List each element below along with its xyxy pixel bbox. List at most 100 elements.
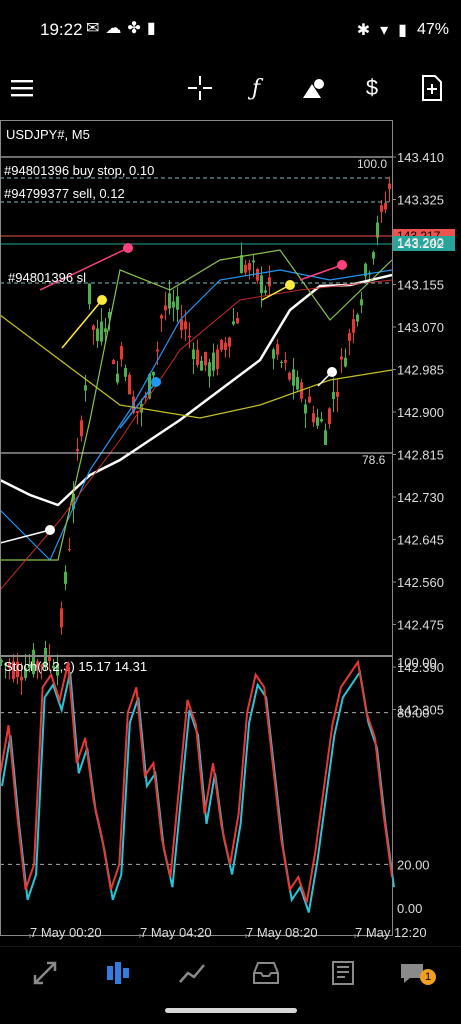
bottom-tab-bar: 1 — [0, 946, 461, 999]
chart-area[interactable]: 100.0 78.6 #94801396 buy stop, 0.10 #947993… — [0, 120, 461, 946]
candle-body — [252, 260, 255, 263]
news-icon[interactable] — [322, 955, 362, 991]
symbol-label: USDJPY#, M5 — [6, 127, 90, 142]
function-icon[interactable]: ƒ — [236, 68, 276, 108]
candle-body — [276, 344, 279, 355]
price-tick-label: 142.985 — [397, 363, 444, 378]
yellow-arrow-1-head — [97, 295, 107, 305]
stoch-main-line — [0, 659, 393, 903]
candle-body — [324, 430, 327, 445]
fib-100-label: 100.0 — [357, 157, 387, 171]
candle-body — [200, 360, 203, 371]
price-tick-label: 142.730 — [397, 490, 444, 505]
new-order-icon[interactable] — [412, 68, 452, 108]
chart-toolbar: ƒ $ — [0, 58, 461, 120]
candle-body — [176, 296, 179, 310]
notification-icons: ✉☁✤▮ — [86, 20, 162, 37]
fib-786-label: 78.6 — [362, 453, 386, 467]
price-tick-label: 142.560 — [397, 575, 444, 590]
candle-body — [384, 203, 387, 210]
status-right: ✱ ▾ ▮ 47% — [357, 20, 449, 40]
price-tick-label: 143.070 — [397, 320, 444, 335]
white-arrow-2-head — [327, 367, 337, 377]
crosshair-icon[interactable] — [180, 68, 220, 108]
menu-icon[interactable] — [2, 68, 42, 108]
wifi-icon: ▾ — [380, 22, 389, 39]
symbol-dollar-icon[interactable]: $ — [352, 68, 392, 108]
candle-body — [92, 325, 95, 330]
quotes-icon[interactable] — [25, 955, 65, 991]
stoch-label: Stoch(8,2,3) 15.17 14.31 — [4, 659, 147, 674]
candle-body — [116, 373, 119, 383]
candle-body — [152, 371, 155, 376]
candle-body — [316, 417, 319, 426]
objects-icon[interactable] — [294, 68, 334, 108]
battery-icon: ▮ — [398, 22, 407, 39]
candle-body — [208, 362, 211, 377]
time-label: 7 May 12:20 — [355, 925, 427, 940]
candle-body — [80, 420, 83, 437]
sell-label: #94799377 sell, 0.12 — [4, 186, 125, 201]
price-chart[interactable]: 100.0 78.6 #94801396 buy stop, 0.10 #947993… — [0, 120, 461, 946]
candle-body — [124, 368, 127, 377]
candle-body — [248, 263, 251, 271]
candle-body — [320, 419, 323, 422]
battery-percent: 47% — [416, 21, 449, 38]
candle-body — [328, 408, 331, 425]
stoch-tick-label: 20.00 — [397, 857, 430, 872]
candle-body — [352, 319, 355, 333]
status-time: 19:22 — [40, 20, 83, 39]
history-icon[interactable] — [246, 955, 286, 991]
candle-body — [256, 268, 259, 281]
yellow-arrow-2-head — [285, 280, 295, 290]
candle-body — [168, 293, 171, 309]
candle-body — [216, 349, 219, 370]
candle-body — [128, 374, 131, 395]
candle-body — [356, 314, 359, 322]
candle-body — [380, 205, 383, 212]
candle-body — [280, 361, 283, 363]
candle-body — [88, 283, 91, 305]
candle-body — [240, 255, 243, 274]
candle-body — [264, 290, 267, 293]
price-tick-label: 143.410 — [397, 150, 444, 165]
candle-body — [344, 357, 347, 367]
candle-body — [284, 360, 287, 363]
pink-arrow-1-head — [123, 243, 133, 253]
buy-stop-label: #94801396 buy stop, 0.10 — [4, 163, 154, 178]
candle-body — [388, 183, 391, 190]
pink-arrow-2-head — [337, 260, 347, 270]
time-label: 7 May 04:20 — [140, 925, 212, 940]
time-label: 7 May 08:20 — [246, 925, 318, 940]
candle-body — [204, 352, 207, 366]
price-tick-label: 142.815 — [397, 448, 444, 463]
chart-icon[interactable] — [98, 955, 138, 991]
price-tick-label: 142.305 — [397, 703, 444, 718]
price-tick-label: 142.475 — [397, 618, 444, 633]
candle-body — [236, 317, 239, 324]
candle-body — [260, 275, 263, 293]
candle-body — [192, 349, 195, 360]
candle-body — [304, 404, 307, 414]
status-bar: 19:22 ✉☁✤▮ ✱ ▾ ▮ 47% — [0, 0, 461, 58]
candle-body — [112, 360, 115, 365]
candle-body — [120, 346, 123, 360]
candle-body — [68, 549, 71, 551]
candle-body — [360, 299, 363, 306]
candle-body — [76, 449, 79, 452]
candle-body — [268, 277, 271, 287]
candle-body — [312, 413, 315, 423]
home-indicator — [165, 1008, 297, 1013]
price-tick-label: 142.390 — [397, 660, 444, 675]
candle-body — [96, 328, 99, 341]
messages-icon[interactable]: 1 — [392, 955, 436, 991]
candle-body — [340, 356, 343, 360]
candle-body — [232, 321, 235, 325]
trade-icon[interactable] — [172, 955, 212, 991]
price-tick-label: 142.645 — [397, 533, 444, 548]
price-tick-label: 143.325 — [397, 193, 444, 208]
candle-body — [336, 391, 339, 397]
candle-body — [160, 315, 163, 319]
candle-body — [180, 319, 183, 331]
white-arrow-1-head — [45, 525, 55, 535]
